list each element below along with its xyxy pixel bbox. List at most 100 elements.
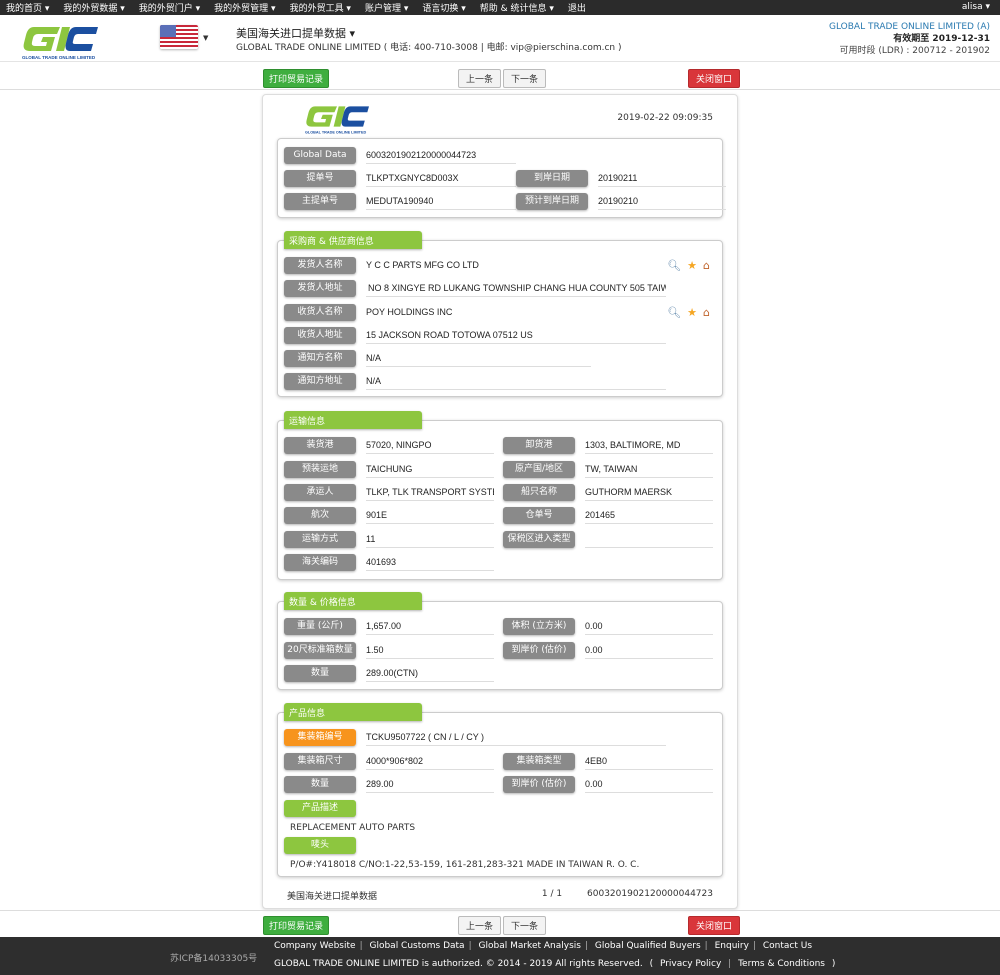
label: 预装运地 [284, 461, 356, 478]
star-icon[interactable]: ★ [687, 306, 697, 319]
nav-trade-tools[interactable]: 我的外贸工具 ▾ [290, 1, 351, 14]
label: 仓单号 [503, 507, 575, 524]
field-arrival-date: 到岸日期 20190211 [516, 170, 726, 187]
paren-open: ( [649, 959, 654, 969]
prev-record-button[interactable]: 上一条 [458, 69, 502, 88]
label: 装货港 [284, 437, 356, 454]
footer-link-market-analysis[interactable]: Global Market Analysis [479, 941, 581, 951]
label: 产品描述 [284, 800, 356, 817]
panel-title: 产品信息 [284, 703, 422, 721]
next-record-button-bottom[interactable]: 下一条 [503, 916, 547, 935]
paren-close: ) [831, 959, 836, 969]
separator: | [728, 959, 732, 969]
privacy-policy-link[interactable]: Privacy Policy [660, 959, 721, 969]
value: 1.50 [366, 642, 494, 659]
footer-link-contact[interactable]: Contact Us [763, 941, 812, 951]
print-record-button[interactable]: 打印贸易记录 [263, 69, 330, 88]
value: N/A [366, 350, 591, 367]
value: 0.00 [585, 618, 713, 635]
label: 发货人地址 [284, 280, 356, 297]
label: 通知方名称 [284, 350, 356, 367]
panel-title: 运输信息 [284, 411, 422, 429]
close-window-button-bottom[interactable]: 关闭窗口 [688, 916, 741, 935]
copyright-text: GLOBAL TRADE ONLINE LIMITED is authorize… [274, 959, 643, 969]
value: TW, TAIWAN [585, 461, 713, 478]
nav-trade-portal[interactable]: 我的外贸门户 ▾ [139, 1, 200, 14]
field-notify-name: 通知方名称 N/A [284, 350, 591, 367]
value: 401693 [366, 554, 494, 571]
field-vessel: 船只名称 GUTHORM MAERSK [503, 484, 713, 501]
database-title[interactable]: 美国海关进口提单数据 ▾ [236, 25, 355, 41]
field-consignee-name: 收货人名称 POY HOLDINGS INC [284, 304, 666, 321]
field-bill-no: 提单号 TLKPTXGNYC8D003X [284, 170, 516, 187]
separator: | [704, 941, 708, 951]
footer-link-company-website[interactable]: Company Website [274, 941, 356, 951]
user-menu[interactable]: alisa ▾ [962, 2, 990, 12]
copyright: GLOBAL TRADE ONLINE LIMITED is authorize… [274, 959, 835, 969]
search-icon[interactable]: 🔍︎ [667, 306, 681, 319]
label: 保税区进入类型 [503, 531, 575, 548]
consignee-actions: 🔍︎ ★ ⌂ [667, 306, 710, 319]
value: TLKP, TLK TRANSPORT SYSTE [366, 484, 494, 501]
field-warehouse-no: 仓单号 201465 [503, 507, 713, 524]
shipper-actions: 🔍︎ ★ ⌂ [667, 259, 710, 272]
gtc-logo[interactable]: GLOBAL TRADE ONLINE LIMITED [20, 23, 100, 61]
footer-link-enquiry[interactable]: Enquiry [715, 941, 749, 951]
label: 船只名称 [503, 484, 575, 501]
footer-page: 1 / 1 [541, 889, 563, 899]
separator: | [359, 941, 363, 951]
close-window-button[interactable]: 关闭窗口 [688, 69, 741, 88]
icp-license[interactable]: 苏ICP备14033305号 [170, 951, 257, 964]
value: 201465 [585, 507, 713, 524]
nav-trade-management[interactable]: 我的外贸管理 ▾ [214, 1, 275, 14]
account-info: GLOBAL TRADE ONLINE LIMITED (A) 有效期至 201… [829, 21, 990, 57]
flag-dropdown-icon[interactable]: ▼ [203, 34, 208, 42]
label: 航次 [284, 507, 356, 524]
nav-help[interactable]: 帮助 & 统计信息 ▾ [480, 1, 554, 14]
field-product-qty: 数量 289.00 [284, 776, 494, 793]
record-card: GLOBAL TRADE ONLINE LIMITED 2019-02-22 0… [262, 94, 738, 909]
value [585, 531, 713, 548]
field-shipper-name: 发货人名称 Y C C PARTS MFG CO LTD [284, 257, 666, 274]
header: GLOBAL TRADE ONLINE LIMITED ▼ 美国海关进口提单数据… [0, 15, 1000, 62]
value: GUTHORM MAERSK [585, 484, 713, 501]
value: 20190210 [598, 193, 726, 210]
prev-record-button-bottom[interactable]: 上一条 [458, 916, 502, 935]
next-record-button[interactable]: 下一条 [503, 69, 547, 88]
account-ldr: 可用时段 (LDR) : 200712 - 201902 [839, 46, 990, 56]
top-nav: 我的首页 ▾ 我的外贸数据 ▾ 我的外贸门户 ▾ 我的外贸管理 ▾ 我的外贸工具… [0, 0, 1000, 15]
us-flag-icon[interactable] [160, 25, 198, 49]
field-master-bill: 主提单号 MEDUTA190940 [284, 193, 516, 210]
field-product-price: 到岸价 (估价) 0.00 [503, 776, 713, 793]
label: 数量 [284, 776, 356, 793]
footer-link-qualified-buyers[interactable]: Global Qualified Buyers [595, 941, 701, 951]
terms-link[interactable]: Terms & Conditions [738, 959, 825, 969]
value: 0.00 [585, 642, 713, 659]
nav-logout[interactable]: 退出 [568, 1, 586, 14]
search-icon[interactable]: 🔍︎ [667, 259, 681, 272]
separator: | [752, 941, 756, 951]
footer-link-customs-data[interactable]: Global Customs Data [369, 941, 464, 951]
label: Global Data [284, 147, 356, 164]
panel-title: 数量 & 价格信息 [284, 592, 422, 610]
print-record-button-bottom[interactable]: 打印贸易记录 [263, 916, 330, 935]
home-icon[interactable]: ⌂ [703, 259, 710, 272]
label: 海关编码 [284, 554, 356, 571]
value: Y C C PARTS MFG CO LTD [366, 260, 479, 270]
value: 57020, NINGPO [366, 437, 494, 454]
value: N/A [366, 373, 666, 390]
home-icon[interactable]: ⌂ [703, 306, 710, 319]
nav-home[interactable]: 我的首页 ▾ [6, 1, 49, 14]
nav-language[interactable]: 语言切换 ▾ [422, 1, 465, 14]
nav-account[interactable]: 账户管理 ▾ [365, 1, 408, 14]
site-footer: 苏ICP备14033305号 Company Website | Global C… [0, 937, 1000, 975]
card-gtc-logo: GLOBAL TRADE ONLINE LIMITED [305, 106, 369, 134]
field-quantity: 数量 289.00(CTN) [284, 665, 494, 682]
parties-panel: 采购商 & 供应商信息 发货人名称 Y C C PARTS MFG CO LTD… [277, 231, 723, 397]
shipping-marks: P/O#:Y418018 C/NO:1-22,53-159, 161-281,2… [290, 860, 640, 870]
label: 承运人 [284, 484, 356, 501]
field-unload-port: 卸货港 1303, BALTIMORE, MD [503, 437, 713, 454]
nav-trade-data[interactable]: 我的外贸数据 ▾ [63, 1, 124, 14]
label: 运输方式 [284, 531, 356, 548]
star-icon[interactable]: ★ [687, 259, 697, 272]
